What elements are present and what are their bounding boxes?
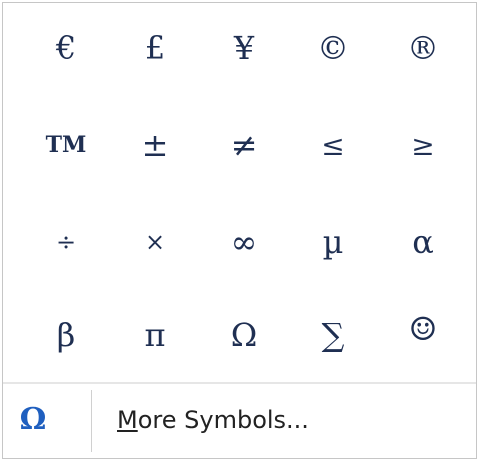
symbol-infinity[interactable]: ∞ [204, 202, 284, 282]
omega-icon: Ω [19, 402, 47, 437]
symbol-divide[interactable]: ÷ [26, 202, 106, 282]
separator [91, 390, 92, 452]
more-symbols-button[interactable]: More Symbols... [117, 402, 309, 438]
symbol-trademark[interactable]: TM [26, 105, 106, 185]
symbol-not-equal[interactable]: ≠ [204, 105, 284, 185]
symbol-pi[interactable]: π [115, 295, 195, 375]
symbol-greater-equal[interactable]: ≥ [383, 105, 463, 185]
symbol-sigma[interactable]: ∑ [293, 295, 373, 375]
symbol-copyright[interactable]: © [293, 8, 373, 88]
symbol-pound[interactable]: £ [115, 8, 195, 88]
symbol-registered[interactable]: ® [383, 8, 463, 88]
symbol-micro[interactable]: µ [293, 202, 373, 282]
symbol-euro[interactable]: € [26, 8, 106, 88]
symbol-less-equal[interactable]: ≤ [293, 105, 373, 185]
symbol-beta[interactable]: β [26, 295, 106, 375]
symbol-yen[interactable]: ¥ [204, 8, 284, 88]
symbol-dropdown: € £ ¥ © ® TM ± ≠ ≤ ≥ ÷ × ∞ µ α β π Ω ∑ ☺… [2, 2, 477, 459]
symbol-smiley[interactable]: ☺ [383, 289, 463, 369]
more-symbols-accelerator: M [117, 406, 138, 434]
more-symbols-row[interactable]: Ω More Symbols... [3, 384, 476, 460]
symbol-multiply[interactable]: × [115, 202, 195, 282]
symbol-alpha[interactable]: α [383, 202, 463, 282]
more-symbols-label: ore Symbols... [137, 406, 309, 434]
symbol-grid: € £ ¥ © ® TM ± ≠ ≤ ≥ ÷ × ∞ µ α β π Ω ∑ ☺ [3, 3, 476, 382]
symbol-omega[interactable]: Ω [204, 295, 284, 375]
symbol-plus-minus[interactable]: ± [115, 105, 195, 185]
